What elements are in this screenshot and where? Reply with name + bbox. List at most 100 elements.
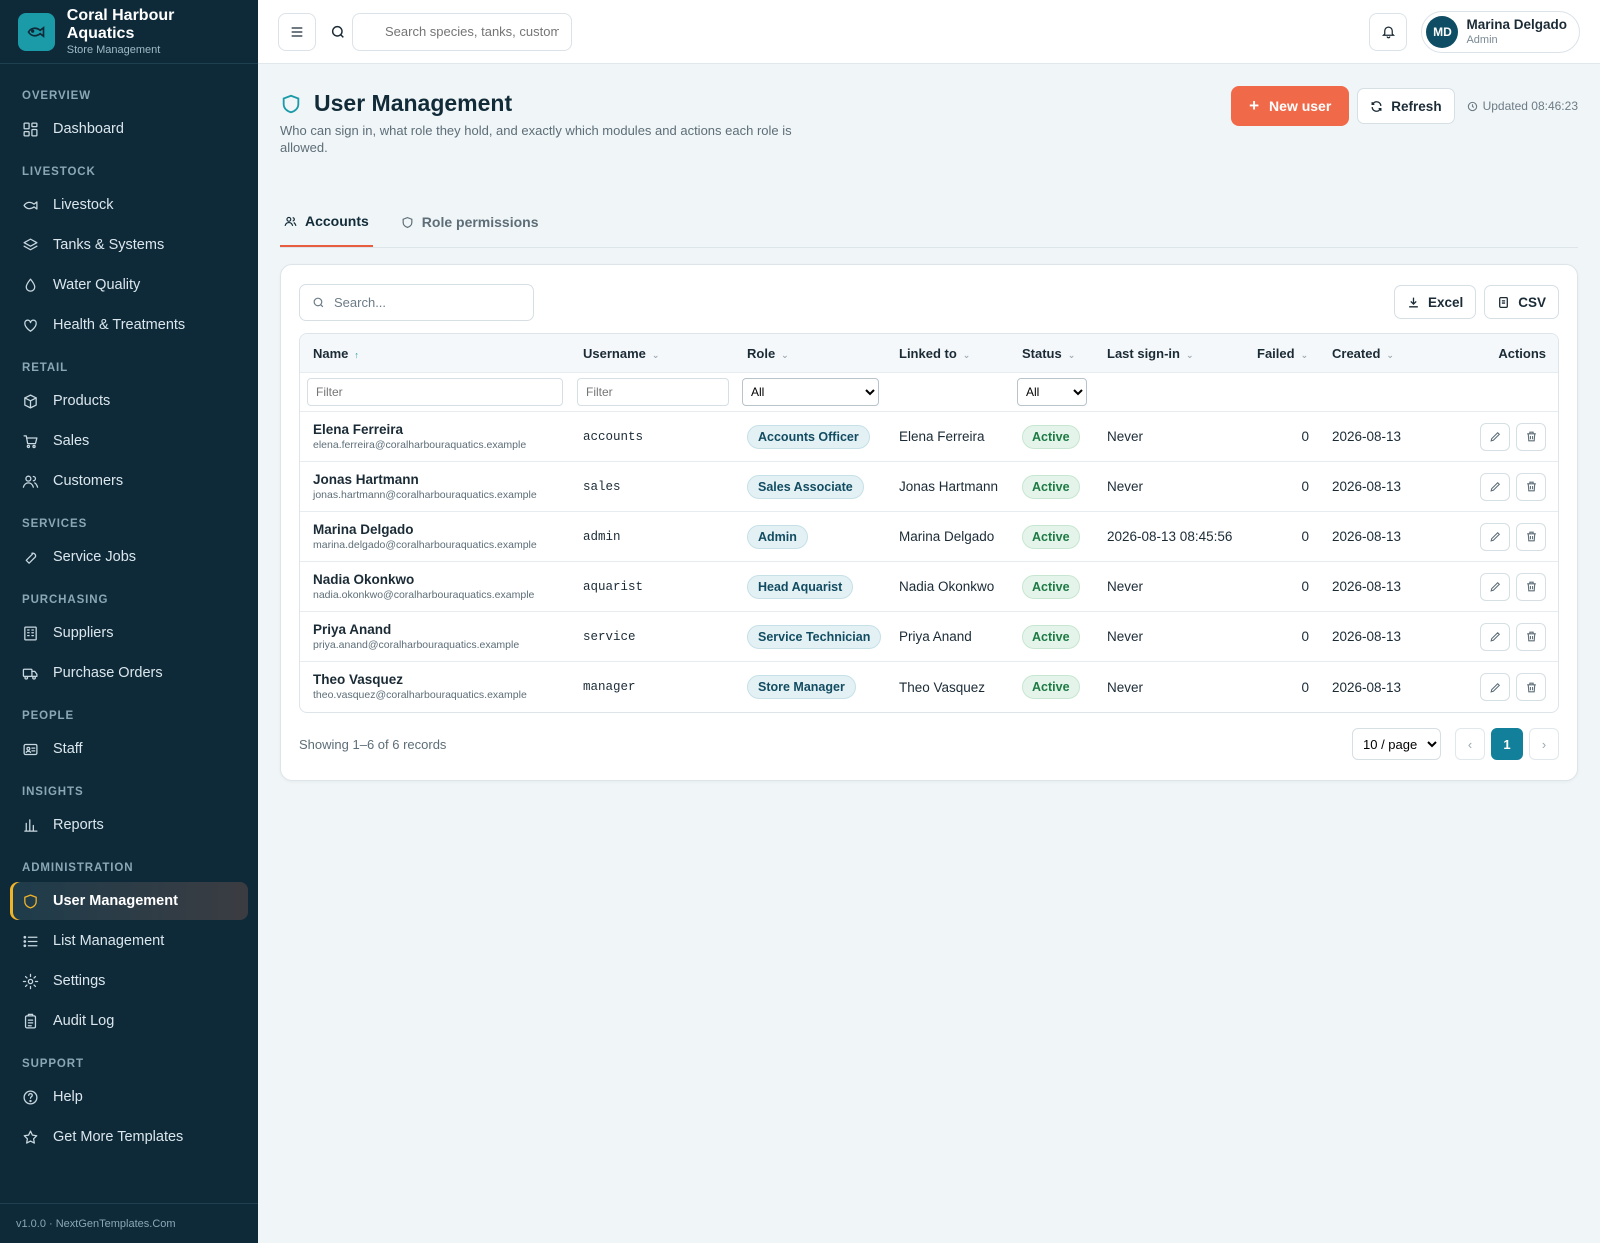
col-username[interactable]: Username ⌄ [575, 346, 742, 361]
edit-user-button[interactable] [1480, 673, 1510, 701]
status-filter-select[interactable]: All [1017, 378, 1087, 406]
nav-section-label: OVERVIEW [22, 90, 91, 102]
sidebar-item-products[interactable]: Products [10, 382, 248, 420]
col-last-signin[interactable]: Last sign-in ⌄ [1102, 346, 1252, 361]
new-user-button[interactable]: + New user [1231, 86, 1350, 126]
next-page-button[interactable]: › [1529, 728, 1559, 760]
main-content: User Management Who can sign in, what ro… [280, 64, 1578, 781]
sidebar-item-label: Get More Templates [53, 1129, 184, 1145]
user-email: nadia.okonkwo@coralharbouraquatics.examp… [313, 588, 535, 601]
sidebar-item-list-management[interactable]: List Management [10, 922, 248, 960]
sidebar-item-audit-log[interactable]: Audit Log [10, 1002, 248, 1040]
sidebar-item-staff[interactable]: Staff [10, 730, 248, 768]
edit-user-button[interactable] [1480, 622, 1510, 651]
name-filter-input[interactable] [307, 378, 563, 406]
sidebar-item-label: Service Jobs [53, 549, 137, 565]
edit-user-button[interactable] [1480, 522, 1510, 551]
sidebar-item-health-treatments[interactable]: Health & Treatments [10, 306, 248, 344]
delete-user-button[interactable] [1516, 522, 1546, 551]
username-filter-input[interactable] [577, 378, 729, 406]
page-size-select[interactable]: 10 / page [1352, 728, 1441, 760]
brand-title: Coral Harbour Aquatics [66, 6, 175, 42]
sidebar-item-get-more-templates[interactable]: Get More Templates [10, 1118, 248, 1156]
tab-role-permissions[interactable]: Role permissions [397, 197, 543, 247]
table-body: Elena Ferreira elena.ferreira@coralharbou… [300, 412, 1558, 712]
sidebar-item-customers[interactable]: Customers [10, 462, 248, 500]
linked-cell: Priya Anand [899, 629, 972, 644]
last-signin-cell: Never [1107, 629, 1144, 644]
users-icon [284, 216, 297, 226]
notifications-button[interactable] [1369, 12, 1408, 51]
layers-icon [23, 237, 38, 250]
status-badge: Active [1022, 524, 1080, 549]
user-email: priya.anand@coralharbouraquatics.example [313, 638, 520, 651]
delete-user-button[interactable] [1516, 572, 1546, 601]
failed-cell: 0 [1301, 429, 1309, 444]
refresh-button[interactable]: Refresh [1357, 88, 1455, 124]
sidebar-item-reports[interactable]: Reports [10, 806, 248, 844]
prev-page-button[interactable]: ‹ [1455, 728, 1485, 760]
col-name[interactable]: Name ↑ [300, 346, 575, 361]
linked-cell: Jonas Hartmann [899, 479, 999, 494]
sidebar-item-livestock[interactable]: Livestock [10, 186, 248, 224]
global-search-input[interactable] [352, 12, 572, 51]
col-failed[interactable]: Failed ⌄ [1252, 346, 1327, 361]
accounts-card: Search... Excel CSV Name ↑ Username ⌄ Role… [280, 264, 1578, 781]
page-1-button[interactable]: 1 [1491, 728, 1523, 760]
refresh-label: Refresh [1391, 98, 1442, 114]
sidebar-item-label: List Management [53, 933, 165, 949]
username-cell: aquarist [583, 579, 644, 594]
edit-user-button[interactable] [1480, 572, 1510, 601]
delete-user-button[interactable] [1516, 472, 1546, 501]
sidebar-item-label: Products [53, 393, 111, 409]
pencil-icon [1489, 531, 1500, 542]
role-filter-select[interactable]: All [742, 378, 879, 406]
avatar: MD [1426, 15, 1459, 48]
tabs: Accounts Role permissions [280, 198, 1578, 248]
col-status[interactable]: Status ⌄ [1017, 346, 1102, 361]
linked-cell: Elena Ferreira [899, 429, 985, 444]
sidebar-item-service-jobs[interactable]: Service Jobs [10, 538, 248, 576]
export-excel-button[interactable]: Excel [1393, 285, 1477, 319]
sort-icon: ⌄ [781, 349, 789, 360]
star-icon [23, 1129, 38, 1144]
sidebar-item-tanks-systems[interactable]: Tanks & Systems [10, 226, 248, 264]
sidebar-item-suppliers[interactable]: Suppliers [10, 614, 248, 652]
tab-accounts[interactable]: Accounts [280, 197, 373, 247]
sidebar-item-water-quality[interactable]: Water Quality [10, 266, 248, 304]
gear-icon [22, 973, 39, 989]
menu-toggle-button[interactable] [278, 12, 316, 51]
created-cell: 2026-08-13 [1332, 529, 1402, 544]
delete-user-button[interactable] [1516, 673, 1546, 701]
user-full-name: Nadia Okonkwo [313, 571, 415, 587]
col-created[interactable]: Created ⌄ [1327, 346, 1437, 361]
sort-icon: ⌄ [1067, 349, 1076, 360]
edit-user-button[interactable] [1480, 422, 1510, 451]
table-row: Marina Delgado marina.delgado@coralharbou… [300, 512, 1558, 562]
export-csv-button[interactable]: CSV [1484, 285, 1559, 319]
sidebar-item-dashboard[interactable]: Dashboard [10, 110, 248, 148]
col-linked[interactable]: Linked to ⌄ [894, 346, 1017, 361]
sidebar-item-purchase-orders[interactable]: Purchase Orders [10, 654, 248, 692]
col-role[interactable]: Role ⌄ [742, 346, 894, 361]
pencil-icon [1489, 431, 1500, 442]
nav-section-label: SERVICES [22, 518, 88, 530]
brand[interactable]: Coral Harbour Aquatics Store Management [0, 0, 258, 64]
created-cell: 2026-08-13 [1332, 679, 1402, 695]
sidebar-item-user-management[interactable]: User Management [10, 882, 248, 920]
created-cell: 2026-08-13 [1332, 429, 1402, 444]
sidebar-item-sales[interactable]: Sales [10, 422, 248, 460]
user-menu[interactable]: MD Marina Delgado Admin [1421, 10, 1580, 53]
delete-user-button[interactable] [1516, 422, 1546, 451]
sidebar-item-settings[interactable]: Settings [10, 962, 248, 1000]
status-badge: Active [1022, 424, 1080, 449]
nav-section-label: RETAIL [22, 362, 69, 374]
table-filter-row: All All [300, 373, 1558, 412]
help-icon [23, 1089, 38, 1105]
failed-cell: 0 [1301, 479, 1309, 494]
sidebar-item-help[interactable]: Help [10, 1078, 248, 1116]
table-search-input[interactable]: Search... [299, 283, 534, 321]
sidebar-nav: OVERVIEW Dashboard LIVESTOCK Livestock T… [0, 64, 258, 1156]
delete-user-button[interactable] [1516, 622, 1546, 651]
edit-user-button[interactable] [1480, 472, 1510, 501]
